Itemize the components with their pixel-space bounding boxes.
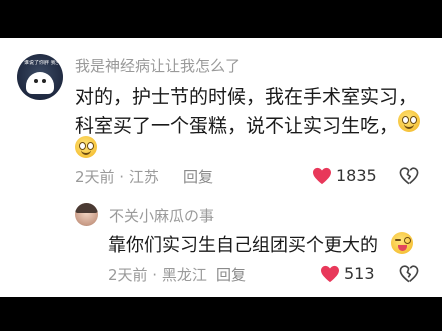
reply-button[interactable]: 回复 xyxy=(183,166,213,187)
like-count: 513 xyxy=(344,264,375,283)
broken-heart-icon[interactable] xyxy=(399,167,419,185)
comment-text-line: 对的，护士节的时候，我在手术室实习， xyxy=(75,86,418,108)
ghost-eye xyxy=(34,79,38,83)
comment-time-location: 2天前 · 江苏 xyxy=(75,168,159,186)
bottom-letterbox-bar xyxy=(0,297,442,331)
ghost-figure xyxy=(26,72,54,94)
avatar[interactable]: 谁说了你胖 我当面把你骂 xyxy=(17,54,63,100)
heart-icon[interactable] xyxy=(320,265,340,283)
avatar-hair xyxy=(75,203,98,213)
reply-avatar[interactable] xyxy=(75,203,98,226)
reply-time-location: 2天前 · 黑龙江 xyxy=(108,266,207,284)
reply-text: 靠你们实习生自己组团买个更大的 xyxy=(108,235,378,256)
avatar-caption: 谁说了你胖 我当面把你骂 xyxy=(24,60,58,66)
smiling-face-emoji-icon xyxy=(75,136,97,158)
comment-text-line: 科室买了一个蛋糕，说不让实习生吃， xyxy=(75,115,399,137)
ghost-eye xyxy=(42,79,46,83)
reply-username[interactable]: 不关小麻瓜の事 xyxy=(109,205,214,226)
heart-icon[interactable] xyxy=(312,167,332,185)
broken-heart-icon[interactable] xyxy=(399,265,419,283)
winking-tongue-emoji-icon xyxy=(391,232,413,254)
comment-username[interactable]: 我是神经病让让我怎么了 xyxy=(75,55,240,76)
smiling-face-emoji-icon xyxy=(398,110,420,132)
reply-button[interactable]: 回复 xyxy=(216,264,246,285)
top-letterbox-bar xyxy=(0,0,442,38)
like-count: 1835 xyxy=(336,166,377,185)
